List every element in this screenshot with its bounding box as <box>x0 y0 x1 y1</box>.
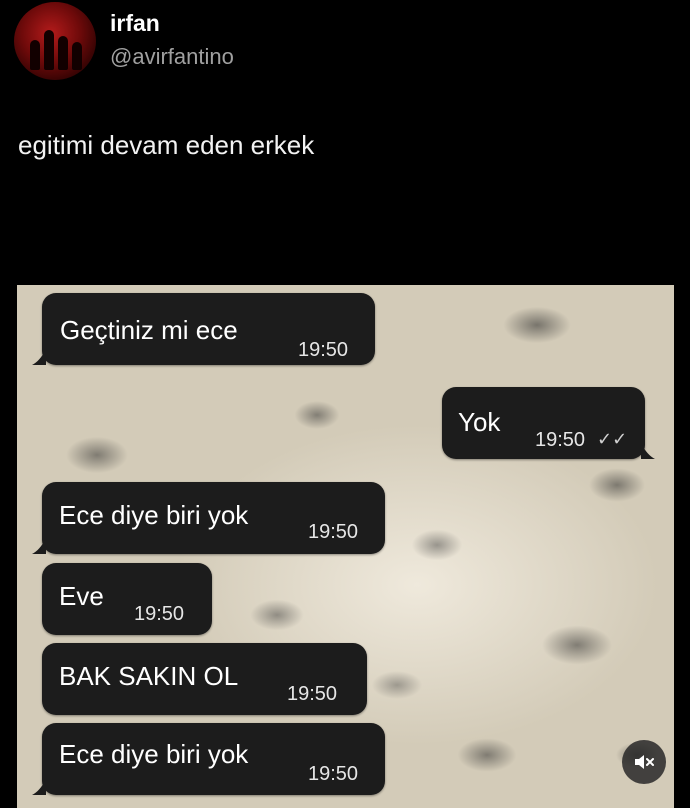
message-time: 19:50 <box>287 683 338 705</box>
mute-button[interactable] <box>622 740 666 784</box>
message-time: 19:50 <box>308 763 359 785</box>
chat-bubble-incoming: Ece diye biri yok 19:50 <box>32 482 385 554</box>
chat-bubble-outgoing: Yok 19:50 ✓✓ <box>442 387 655 459</box>
message-text: Yok <box>458 407 501 437</box>
message-text: BAK SAKIN OL <box>59 661 239 691</box>
message-time: 19:50 <box>308 521 359 543</box>
avatar[interactable] <box>14 2 96 80</box>
message-text: Ece diye biri yok <box>59 739 249 769</box>
speaker-muted-icon <box>635 755 654 769</box>
author-name[interactable]: irfan <box>110 10 160 37</box>
message-time: 19:50 <box>298 339 349 361</box>
chat-bubble-incoming: Ece diye biri yok 19:50 <box>32 723 385 795</box>
message-text: Eve <box>59 581 104 611</box>
chat-bubble-incoming: Eve 19:50 <box>42 563 212 635</box>
message-text: Ece diye biri yok <box>59 500 249 530</box>
tweet-media-video[interactable]: Geçtiniz mi ece 19:50 Yok 19:50 ✓✓ Ece d… <box>17 285 674 808</box>
message-time: 19:50 <box>134 603 185 625</box>
double-check-icon: ✓✓ <box>597 429 628 449</box>
message-time: 19:50 <box>535 429 586 451</box>
author-handle[interactable]: @avirfantino <box>110 44 234 70</box>
chat-bubble-incoming: Geçtiniz mi ece 19:50 <box>32 293 375 365</box>
message-text: Geçtiniz mi ece <box>60 315 238 345</box>
tweet-header: irfan @avirfantino <box>0 0 690 100</box>
tweet-text: egitimi devam eden erkek <box>18 130 315 160</box>
chat-bubble-incoming: BAK SAKIN OL 19:50 <box>42 643 367 715</box>
